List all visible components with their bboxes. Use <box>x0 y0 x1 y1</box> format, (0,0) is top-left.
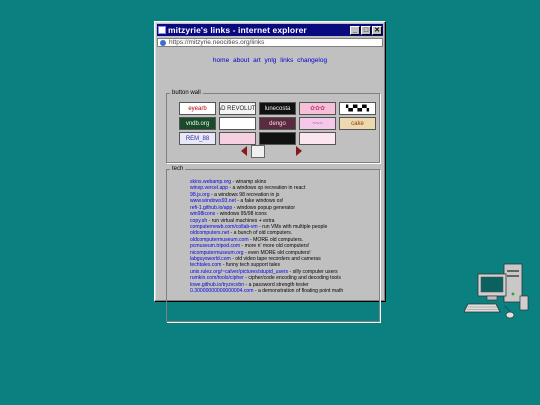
88x31-button[interactable]: ~~~ <box>299 117 336 130</box>
computer-icon <box>463 263 529 319</box>
next-arrow-icon[interactable] <box>296 146 302 156</box>
tech-link[interactable]: winxp.vercel.app <box>190 185 228 191</box>
tech-link-description: - MORE old computers. <box>248 236 304 243</box>
88x31-button[interactable]: REM_88 <box>179 132 216 145</box>
ie-icon <box>158 26 166 34</box>
button-wall: button wall eyearbREAD REVOLUTIONlunecos… <box>166 90 380 163</box>
tech-link-description: - more n' more old computers! <box>240 243 310 250</box>
88x31-button[interactable]: vndb.org <box>179 117 216 130</box>
88x31-button[interactable] <box>299 132 336 145</box>
tech-link[interactable]: labguysworld.com <box>190 256 231 262</box>
tech-link[interactable]: 98.js.org <box>190 192 210 198</box>
tech-link[interactable]: nicomputermuseum.org <box>190 250 244 256</box>
88x31-button[interactable]: lunecosta <box>259 102 296 115</box>
tech-link-description: - even MORE old computers! <box>243 249 311 256</box>
tech-link[interactable]: 0.30000000000000004.com <box>190 288 253 294</box>
tech-link[interactable]: rumkin.com/tools/cipher <box>190 275 244 281</box>
tech-link-description: - a fake windows os! <box>235 198 284 205</box>
nav-ynlg[interactable]: ynlg <box>265 57 277 64</box>
tech-links-section: tech skins.webamp.org - winamp skinswinx… <box>166 166 380 322</box>
88x31-button[interactable]: READ REVOLUTION <box>219 102 256 115</box>
skull-button[interactable] <box>251 145 265 158</box>
88x31-button[interactable] <box>219 117 256 130</box>
tech-link-description: - a windows 98 recreation in js <box>209 191 280 198</box>
tech-link-description: - a demonstration of floating point math <box>253 288 344 295</box>
nav-links[interactable]: links <box>280 57 293 64</box>
address-text: https://mitzyrie.neocities.org/links <box>169 39 265 46</box>
tech-link[interactable]: win98icons <box>190 211 215 217</box>
title-bar[interactable]: mitzyrie's links - internet explorer _ □… <box>157 24 383 36</box>
desktop-computer-icon[interactable] <box>462 258 532 324</box>
88x31-button[interactable]: eyearb <box>179 102 216 115</box>
tech-link-description: - old video tape recorders and cameras <box>230 256 321 263</box>
tech-link-description: - windows popup generator <box>232 204 296 211</box>
page-content: home about art ynlg links changelog butt… <box>158 49 382 322</box>
tech-legend: tech <box>172 166 184 172</box>
site-nav: home about art ynlg links changelog <box>158 57 382 64</box>
tech-link-description: - a password strength tester <box>244 281 309 288</box>
button-wall-legend: button wall <box>172 90 201 96</box>
tech-link-list: skins.webamp.org - winamp skinswinxp.ver… <box>171 179 377 295</box>
88x31-button[interactable] <box>259 132 296 145</box>
88x31-button[interactable]: ✿✿✿ <box>299 102 336 115</box>
tech-link-description: - winamp skins <box>231 179 267 185</box>
maximize-button[interactable]: □ <box>361 25 371 35</box>
tech-link-description: - run VMs with multiple people <box>257 223 328 230</box>
tech-link[interactable]: pcmuseum.tripod.com <box>190 243 240 249</box>
tech-link-description: - a bunch of old computers. <box>229 230 293 237</box>
tech-link[interactable]: lowe.github.io/tryzxcvbn <box>190 282 244 288</box>
tech-link-description: - a windows xp recreation in react <box>227 185 306 192</box>
browser-window: mitzyrie's links - internet explorer _ □… <box>154 21 386 322</box>
nav-art[interactable]: art <box>253 57 261 64</box>
tech-link-description: - run virtual machines + extra <box>207 217 275 224</box>
88x31-button[interactable]: cake <box>339 117 376 130</box>
window-title: mitzyrie's links - internet explorer <box>168 25 307 35</box>
88x31-button[interactable] <box>219 132 256 145</box>
88x31-button[interactable]: dengo <box>259 117 296 130</box>
nav-changelog[interactable]: changelog <box>297 57 327 64</box>
88x31-button[interactable]: ▚▞▚▞▚ <box>339 102 376 115</box>
tech-link-description: - cipher/code encoding and decoding tool… <box>243 275 341 282</box>
tech-link[interactable]: refi-1.github.io/app <box>190 205 232 211</box>
tech-link-description: - silly computer users <box>288 268 338 275</box>
tech-link[interactable]: copy.sh <box>190 218 207 224</box>
minimize-button[interactable]: _ <box>350 25 360 35</box>
tech-link[interactable]: oldcomputermuseum.com <box>190 237 249 243</box>
tech-link[interactable]: oldcomputers.net <box>190 230 229 236</box>
tech-link[interactable]: skins.webamp.org <box>190 179 231 185</box>
nav-about[interactable]: about <box>233 57 249 64</box>
prev-arrow-icon[interactable] <box>241 146 247 156</box>
tech-link[interactable]: computernewb.com/collab-vm <box>190 224 258 230</box>
close-button[interactable]: ✕ <box>372 25 382 35</box>
tech-link[interactable]: www.windows93.net <box>190 198 236 204</box>
tech-link-item: 0.30000000000000004.com - a demonstratio… <box>190 288 377 294</box>
tech-link-description: - windows 95/98 icons <box>215 211 267 218</box>
tech-link[interactable]: techtales.com <box>190 262 221 268</box>
nav-home[interactable]: home <box>213 57 229 64</box>
globe-icon <box>160 39 166 46</box>
tech-link-description: - funny tech support tales <box>221 262 281 269</box>
tech-link[interactable]: unix.rulez.org/~calver/pictures/stupid_u… <box>190 269 288 275</box>
address-bar[interactable]: https://mitzyrie.neocities.org/links <box>157 38 383 47</box>
